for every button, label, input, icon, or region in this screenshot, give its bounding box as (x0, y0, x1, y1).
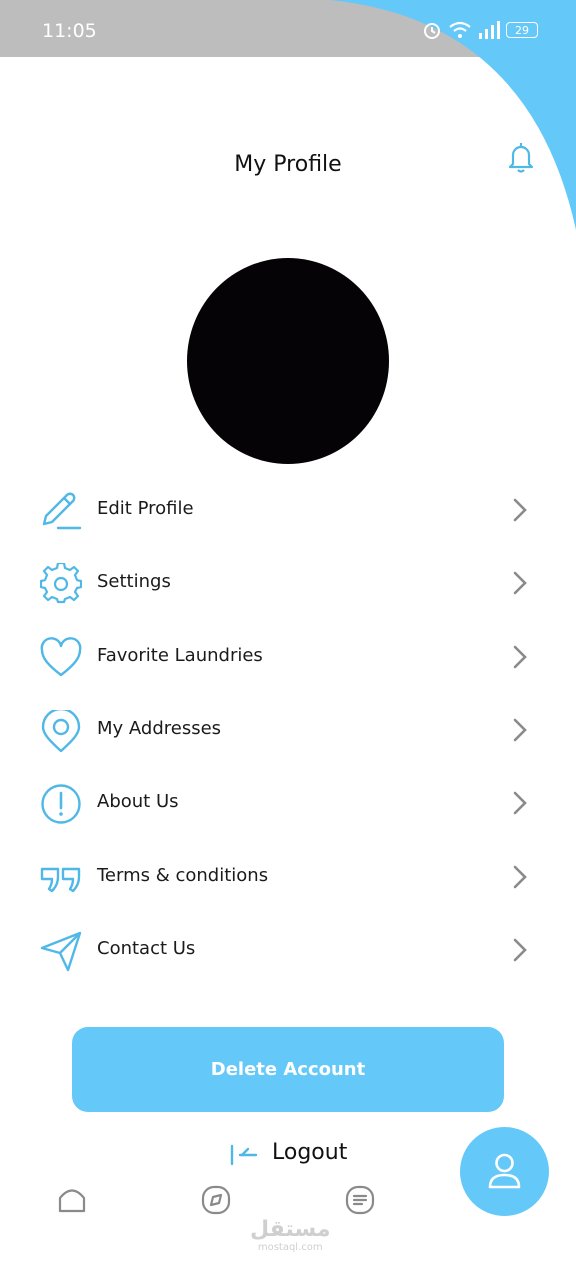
watermark-arabic: مستقل (250, 1217, 331, 1242)
menu-item-about-us[interactable]: About Us (0, 767, 576, 839)
alarm-icon (424, 23, 440, 39)
info-exclamation-icon (41, 784, 81, 824)
menu-label: My Addresses (97, 718, 222, 739)
logout-label: Logout (272, 1140, 348, 1165)
menu-item-edit-profile[interactable]: Edit Profile (0, 474, 576, 546)
status-icons: 29 (422, 20, 538, 40)
page-title: My Profile (234, 152, 342, 177)
chevron-right-icon (513, 498, 527, 522)
menu-item-favorite-laundries[interactable]: Favorite Laundries (0, 621, 576, 693)
chevron-right-icon (513, 865, 527, 889)
battery-indicator: 29 (506, 22, 538, 38)
menu-item-settings[interactable]: Settings (0, 547, 576, 619)
quote-icon (40, 867, 81, 893)
bell-icon[interactable] (505, 140, 537, 174)
delete-account-button[interactable]: Delete Account (72, 1027, 504, 1112)
user-icon (488, 1153, 521, 1189)
watermark-domain: mostaql.com (257, 1242, 323, 1253)
menu-label: Favorite Laundries (97, 645, 263, 666)
menu-label: Edit Profile (97, 498, 194, 519)
chevron-right-icon (513, 938, 527, 962)
menu-label: Contact Us (97, 938, 196, 959)
menu-label: About Us (97, 791, 179, 812)
avatar[interactable] (187, 258, 389, 464)
watermark: مستقل mostaql.com (250, 1217, 331, 1254)
chevron-right-icon (513, 791, 527, 815)
menu-label: Terms & conditions (97, 865, 269, 886)
chevron-right-icon (513, 718, 527, 742)
chevron-right-icon (513, 645, 527, 669)
menu-item-terms-conditions[interactable]: Terms & conditions (0, 841, 576, 913)
wifi-icon (449, 21, 471, 38)
menu-item-my-addresses[interactable]: My Addresses (0, 694, 576, 766)
explore-compass-icon[interactable] (201, 1185, 231, 1215)
profile-tab-button[interactable] (460, 1127, 549, 1216)
home-icon[interactable] (57, 1185, 87, 1215)
send-plane-icon (40, 931, 82, 972)
edit-pencil-icon (42, 492, 82, 530)
chevron-right-icon (513, 571, 527, 595)
gear-icon (40, 563, 82, 604)
logout-icon (230, 1144, 258, 1166)
signal-icon (479, 21, 500, 39)
logout-button[interactable]: Logout (228, 1140, 347, 1166)
menu-item-contact-us[interactable]: Contact Us (0, 914, 576, 986)
heart-icon (40, 637, 82, 677)
status-time: 11:05 (42, 20, 97, 42)
menu-label: Settings (97, 571, 171, 592)
location-pin-icon (41, 710, 81, 752)
orders-list-icon[interactable] (345, 1185, 375, 1215)
